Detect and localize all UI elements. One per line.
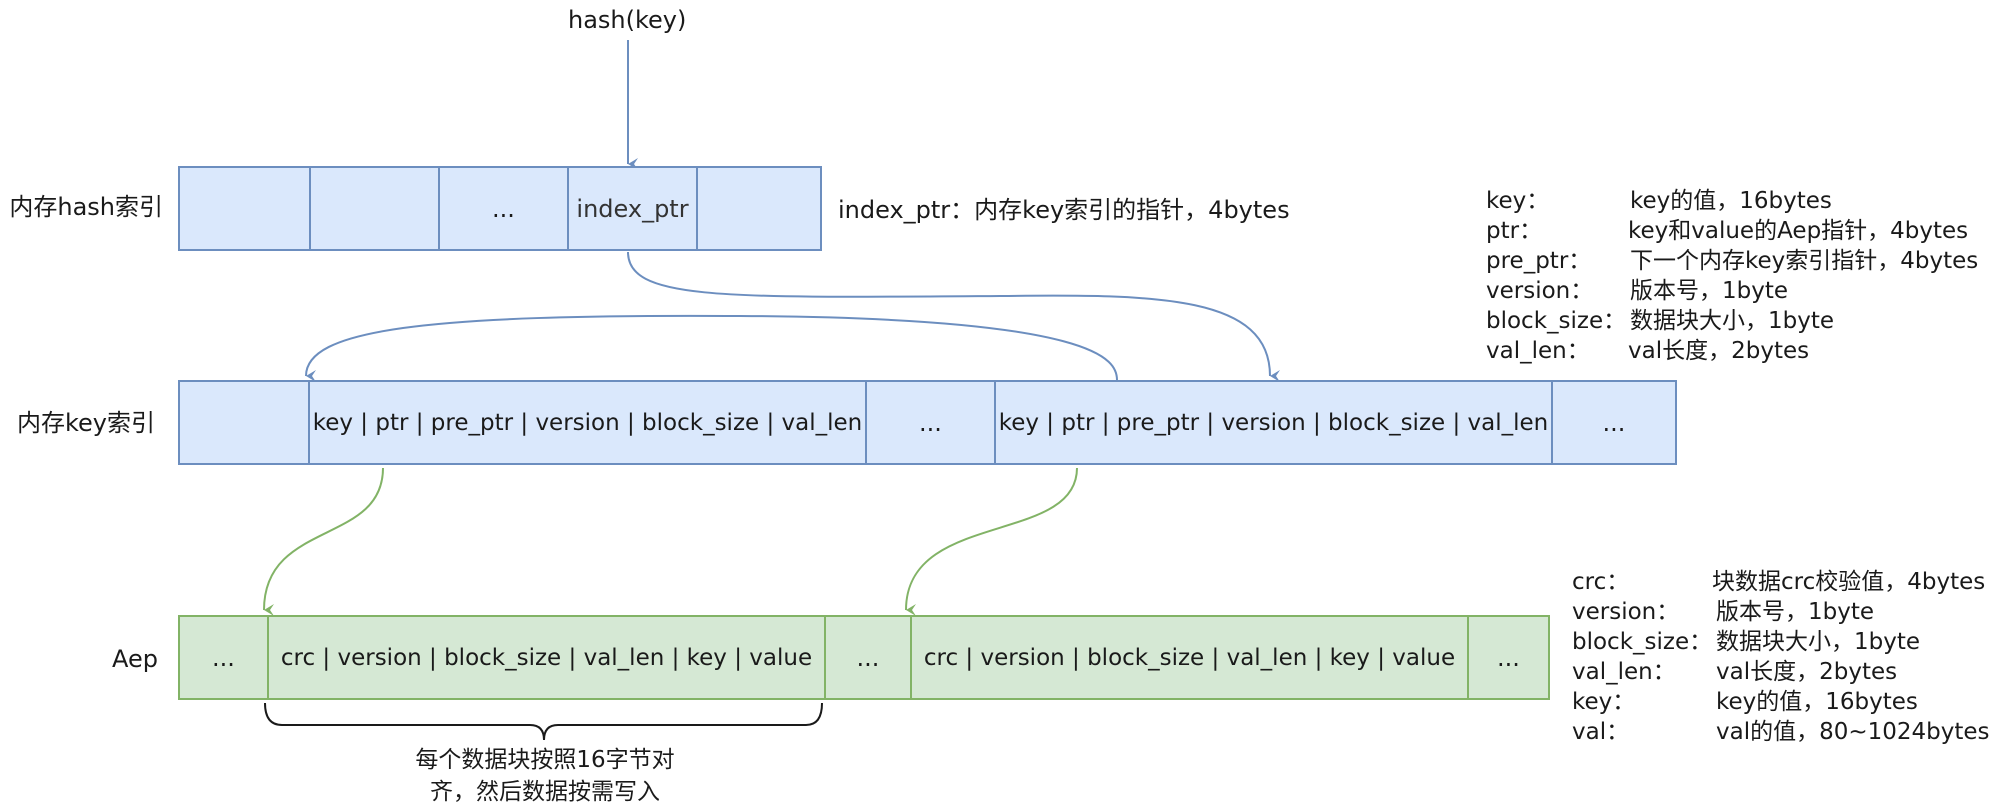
legend-desc: key的值，16bytes	[1630, 188, 1832, 214]
legend-key: crc：	[1572, 569, 1630, 595]
legend-desc: val长度，2bytes	[1716, 659, 1898, 685]
aep-slot: ...	[212, 643, 235, 672]
legend-entry: key： key的值，16bytes	[1486, 186, 1978, 216]
hash-slot	[696, 168, 820, 249]
aep-row: ... crc | version | block_size | val_len…	[178, 615, 1550, 700]
legend-entry: val： val的值，80~1024bytes	[1572, 717, 1990, 747]
legend-desc: val长度，2bytes	[1628, 338, 1810, 364]
key-index-slot	[180, 382, 308, 463]
aep-block: crc | version | block_size | val_len | k…	[267, 617, 824, 698]
legend-key: key：	[1486, 188, 1550, 214]
aep-slot: ...	[1467, 617, 1548, 698]
legend-desc: 数据块大小，1byte	[1716, 629, 1921, 655]
hash-slot	[309, 168, 438, 249]
index-ptr-arrow	[627, 251, 1281, 382]
key-index-slot: ...	[1551, 382, 1675, 463]
key-index-row: key | ptr | pre_ptr | version | block_si…	[178, 380, 1677, 465]
hash-slot	[180, 168, 309, 249]
index-ptr-slot: index_ptr	[567, 168, 696, 249]
legend-key: version：	[1572, 599, 1680, 625]
legend-desc: key的值，16bytes	[1716, 689, 1918, 715]
alignment-note-line: 每个数据块按照16字节对	[415, 747, 675, 773]
legend-entry: val_len： val长度，2bytes	[1486, 336, 1978, 366]
alignment-note: 每个数据块按照16字节对 齐，然后数据按需写入	[380, 744, 710, 808]
legend-desc: 数据块大小，1byte	[1630, 308, 1835, 334]
legend-desc: 下一个内存key索引指针，4bytes	[1630, 248, 1979, 274]
aep-slot: ...	[824, 617, 910, 698]
aep-label: Aep	[112, 645, 158, 673]
key-index-label: 内存key索引	[16, 409, 155, 437]
aep-block: crc | version | block_size | val_len | k…	[910, 617, 1467, 698]
key-index-slot: ...	[865, 382, 994, 463]
legend-desc: val的值，80~1024bytes	[1716, 719, 1990, 745]
legend-desc: key和value的Aep指针，4bytes	[1628, 218, 1969, 244]
legend-key: ptr：	[1486, 218, 1543, 244]
alignment-brace	[264, 702, 823, 741]
aep-legend: crc： 块数据crc校验值，4bytes version： 版本号，1byte b…	[1572, 567, 1990, 747]
legend-entry: ptr： key和value的Aep指针，4bytes	[1486, 216, 1978, 246]
legend-entry: version： 版本号，1byte	[1486, 276, 1978, 306]
hash-index-label: 内存hash索引	[9, 193, 163, 221]
legend-entry: block_size： 数据块大小，1byte	[1572, 627, 1990, 657]
legend-key: block_size：	[1486, 308, 1627, 334]
legend-desc: 块数据crc校验值，4bytes	[1712, 569, 1986, 595]
aep-ptr-arrow-1	[263, 467, 384, 617]
legend-entry: version： 版本号，1byte	[1572, 597, 1990, 627]
legend-key: val_len：	[1486, 338, 1590, 364]
key-entry: key | ptr | pre_ptr | version | block_si…	[994, 382, 1551, 463]
legend-desc: 版本号，1byte	[1630, 278, 1789, 304]
pre-ptr-arrow	[305, 314, 1118, 383]
legend-key: val_len：	[1572, 659, 1676, 685]
key-entry: key | ptr | pre_ptr | version | block_si…	[308, 382, 865, 463]
legend-key: block_size：	[1572, 629, 1713, 655]
hash-key-label: hash(key)	[568, 6, 687, 34]
legend-desc: 版本号，1byte	[1716, 599, 1875, 625]
legend-key: val：	[1572, 719, 1630, 745]
alignment-note-line: 齐，然后数据按需写入	[430, 779, 660, 805]
diagram-canvas: hash(key) 内存hash索引 ... index_ptr index_p…	[0, 0, 2004, 808]
legend-key: pre_ptr：	[1486, 248, 1592, 274]
legend-key: key：	[1572, 689, 1636, 715]
index-ptr-note: index_ptr：内存key索引的指针，4bytes	[838, 196, 1290, 224]
legend-entry: val_len： val长度，2bytes	[1572, 657, 1990, 687]
hash-slot: ...	[438, 168, 567, 249]
legend-entry: crc： 块数据crc校验值，4bytes	[1572, 567, 1990, 597]
aep-ptr-arrow-2	[905, 467, 1078, 617]
legend-entry: block_size： 数据块大小，1byte	[1486, 306, 1978, 336]
hash-index-row: ... index_ptr	[178, 166, 822, 251]
legend-key: version：	[1486, 278, 1594, 304]
legend-entry: pre_ptr： 下一个内存key索引指针，4bytes	[1486, 246, 1978, 276]
key-index-legend: key： key的值，16bytes ptr： key和value的Aep指针，4b…	[1486, 186, 1978, 366]
legend-entry: key： key的值，16bytes	[1572, 687, 1990, 717]
